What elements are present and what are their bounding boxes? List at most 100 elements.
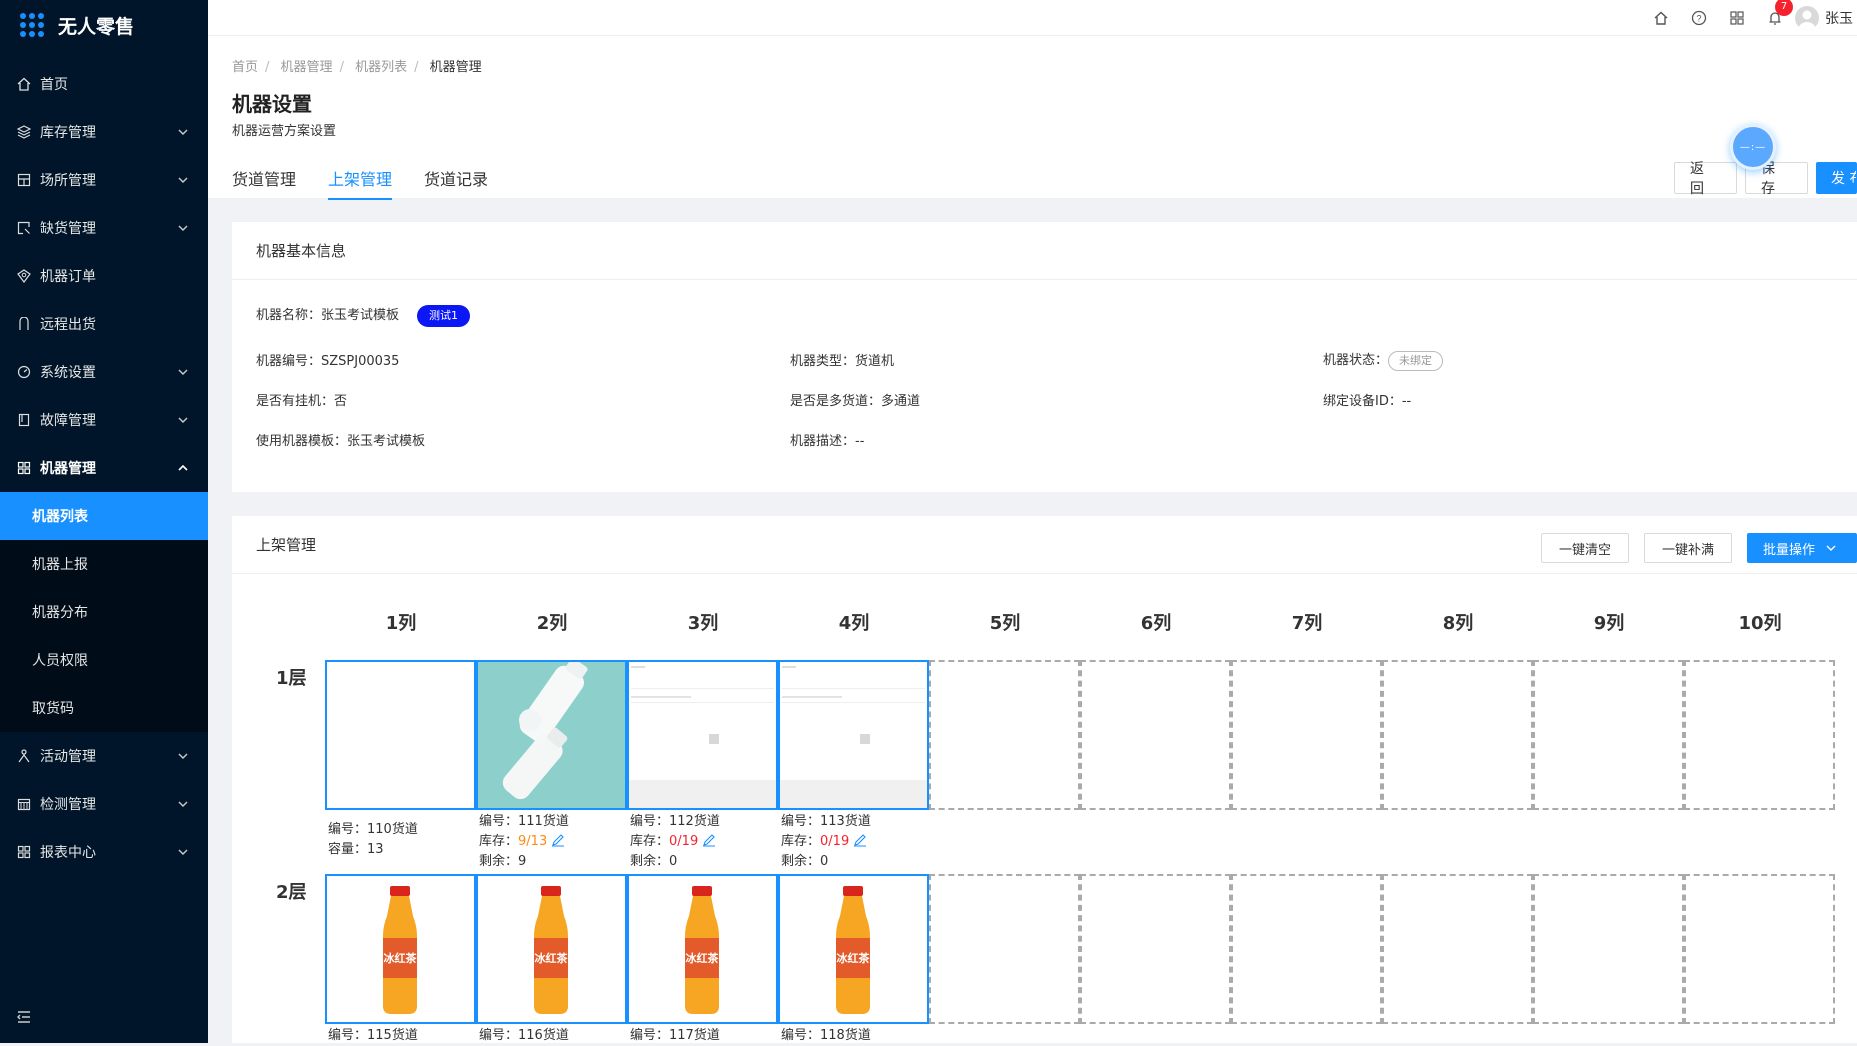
- shelf-slot-117[interactable]: 冰红茶: [627, 874, 778, 1024]
- logo[interactable]: 无人零售: [0, 0, 208, 50]
- tab-shelf-management[interactable]: 上架管理: [328, 166, 393, 200]
- shelf-slot-118[interactable]: 冰红茶: [778, 874, 929, 1024]
- shelf-slot-empty[interactable]: [1080, 874, 1231, 1024]
- product-image-tea-bottle: 冰红茶: [327, 876, 474, 1022]
- breadcrumb: 首页 / 机器管理 / 机器列表 / 机器管理: [232, 60, 482, 75]
- sidebar-item-remote-ship[interactable]: 远程出货: [0, 300, 208, 348]
- chevron-down-icon: [178, 225, 188, 231]
- product-image-bottles: [478, 662, 625, 808]
- clear-all-button[interactable]: 一键清空: [1541, 533, 1629, 563]
- slot-info-118: 编号：118货道: [781, 1026, 871, 1046]
- edit-icon[interactable]: [551, 833, 565, 847]
- shelf-slot-empty[interactable]: [1382, 660, 1533, 810]
- chevron-down-icon: [178, 369, 188, 375]
- back-button[interactable]: 返 回: [1674, 161, 1737, 197]
- shelf-slot-empty[interactable]: [929, 660, 1080, 810]
- field-value: --: [855, 434, 865, 449]
- shelf-slot-116[interactable]: 冰红茶: [476, 874, 627, 1024]
- shelf-slot-110[interactable]: [325, 660, 476, 810]
- sidebar-item-label: 机器列表: [32, 509, 88, 525]
- bell-icon[interactable]: 7: [1767, 0, 1793, 26]
- shelf-slot-empty[interactable]: [1080, 660, 1231, 810]
- shelf-slot-111[interactable]: [476, 660, 627, 810]
- sidebar-item-label: 机器上报: [32, 557, 88, 573]
- sidebar-item-system[interactable]: 系统设置: [0, 348, 208, 396]
- field-label: 机器描述：: [790, 434, 856, 449]
- shelf-slot-113[interactable]: [778, 660, 929, 810]
- shelf-slot-empty[interactable]: [929, 874, 1080, 1024]
- slot-remain: 剩余：0: [630, 854, 678, 869]
- shelf-slot-empty[interactable]: [1533, 660, 1684, 810]
- sidebar-item-label: 系统设置: [40, 365, 96, 381]
- svg-text:冰红茶: 冰红茶: [384, 951, 418, 965]
- shelf-slot-empty[interactable]: [1382, 874, 1533, 1024]
- floating-assistant-button[interactable]: —:—: [1730, 124, 1776, 170]
- tabs: 货道管理 上架管理 货道记录: [232, 166, 520, 200]
- sidebar-item-inventory[interactable]: 库存管理: [0, 108, 208, 156]
- tab-channel-management[interactable]: 货道管理: [232, 166, 296, 200]
- card-title: 机器基本信息: [232, 222, 1857, 280]
- sidebar-item-reports[interactable]: 报表中心: [0, 828, 208, 876]
- svg-text:冰红茶: 冰红茶: [535, 951, 569, 965]
- slot-info-113: 编号：113货道 库存：0/19 剩余：0: [781, 812, 871, 872]
- publish-button[interactable]: 发 布: [1816, 162, 1857, 194]
- apps-icon[interactable]: [1729, 10, 1745, 26]
- chevron-down-icon: [178, 753, 188, 759]
- shelf-slot-112[interactable]: [627, 660, 778, 810]
- sidebar-item-machine-distribution[interactable]: 机器分布: [0, 588, 208, 636]
- sidebar-item-machine-report[interactable]: 机器上报: [0, 540, 208, 588]
- tab-channel-records[interactable]: 货道记录: [424, 166, 488, 200]
- sidebar-item-machine-list[interactable]: 机器列表: [0, 492, 208, 540]
- home-icon: [16, 76, 32, 92]
- sidebar-item-shortage[interactable]: 缺货管理: [0, 204, 208, 252]
- shelf-slot-115[interactable]: 冰红茶: [325, 874, 476, 1024]
- fill-all-button[interactable]: 一键补满: [1644, 533, 1732, 563]
- slot-info-110: 编号：110货道 容量：13: [328, 820, 418, 860]
- home-icon[interactable]: [1653, 10, 1669, 26]
- field-value: 张玉考试模板: [347, 434, 426, 449]
- field-label: 机器状态：: [1323, 353, 1389, 368]
- breadcrumb-item[interactable]: 机器管理: [281, 60, 333, 75]
- building-icon: [16, 172, 32, 188]
- sidebar-item-fault[interactable]: 故障管理: [0, 396, 208, 444]
- notification-badge: 7: [1775, 0, 1793, 16]
- breadcrumb-item[interactable]: 机器列表: [355, 60, 407, 75]
- column-header: 7列: [1291, 613, 1323, 634]
- topbar: ? 7 张玉: [208, 0, 1857, 36]
- edit-icon[interactable]: [702, 833, 716, 847]
- order-icon: [16, 268, 32, 284]
- machine-name-field: 机器名称：张玉考试模板 测试1: [256, 304, 471, 327]
- edit-icon[interactable]: [853, 833, 867, 847]
- shelf-slot-empty[interactable]: [1231, 660, 1382, 810]
- sidebar-item-pickup-code[interactable]: 取货码: [0, 684, 208, 732]
- sidebar-item-activity[interactable]: 活动管理: [0, 732, 208, 780]
- machine-type-field: 机器类型：货道机: [790, 350, 894, 369]
- sidebar-item-inspection[interactable]: 检测管理: [0, 780, 208, 828]
- shelf-slot-empty[interactable]: [1684, 874, 1835, 1024]
- row-header: 1层: [276, 668, 307, 689]
- batch-operation-dropdown[interactable]: 批量操作: [1747, 533, 1857, 563]
- shelf-slot-empty[interactable]: [1684, 660, 1835, 810]
- slot-code: 编号：110货道: [328, 822, 418, 837]
- user-icon: [16, 316, 32, 332]
- breadcrumb-item[interactable]: 首页: [232, 60, 258, 75]
- sidebar-item-machine[interactable]: 机器管理: [0, 444, 208, 492]
- help-icon[interactable]: ?: [1691, 10, 1707, 26]
- sidebar-item-permissions[interactable]: 人员权限: [0, 636, 208, 684]
- sidebar-item-venue[interactable]: 场所管理: [0, 156, 208, 204]
- sidebar-item-orders[interactable]: 机器订单: [0, 252, 208, 300]
- shelf-slot-empty[interactable]: [1231, 874, 1382, 1024]
- menu-collapse-icon[interactable]: [16, 1009, 32, 1025]
- machine-submenu: 机器列表 机器上报 机器分布 人员权限 取货码: [0, 492, 208, 732]
- field-value: SZSPJ00035: [321, 354, 400, 369]
- avatar[interactable]: [1795, 6, 1819, 30]
- sidebar-item-label: 首页: [40, 77, 68, 93]
- username[interactable]: 张玉: [1825, 8, 1857, 28]
- chevron-down-icon: [178, 849, 188, 855]
- shelf-actions: 一键清空 一键补满 批量操作: [1526, 533, 1857, 563]
- template-field: 使用机器模板：张玉考试模板: [256, 430, 425, 449]
- shelf-slot-empty[interactable]: [1533, 874, 1684, 1024]
- sidebar-item-label: 远程出货: [40, 317, 96, 333]
- field-label: 绑定设备ID：: [1323, 394, 1402, 409]
- sidebar-item-home[interactable]: 首页: [0, 60, 208, 108]
